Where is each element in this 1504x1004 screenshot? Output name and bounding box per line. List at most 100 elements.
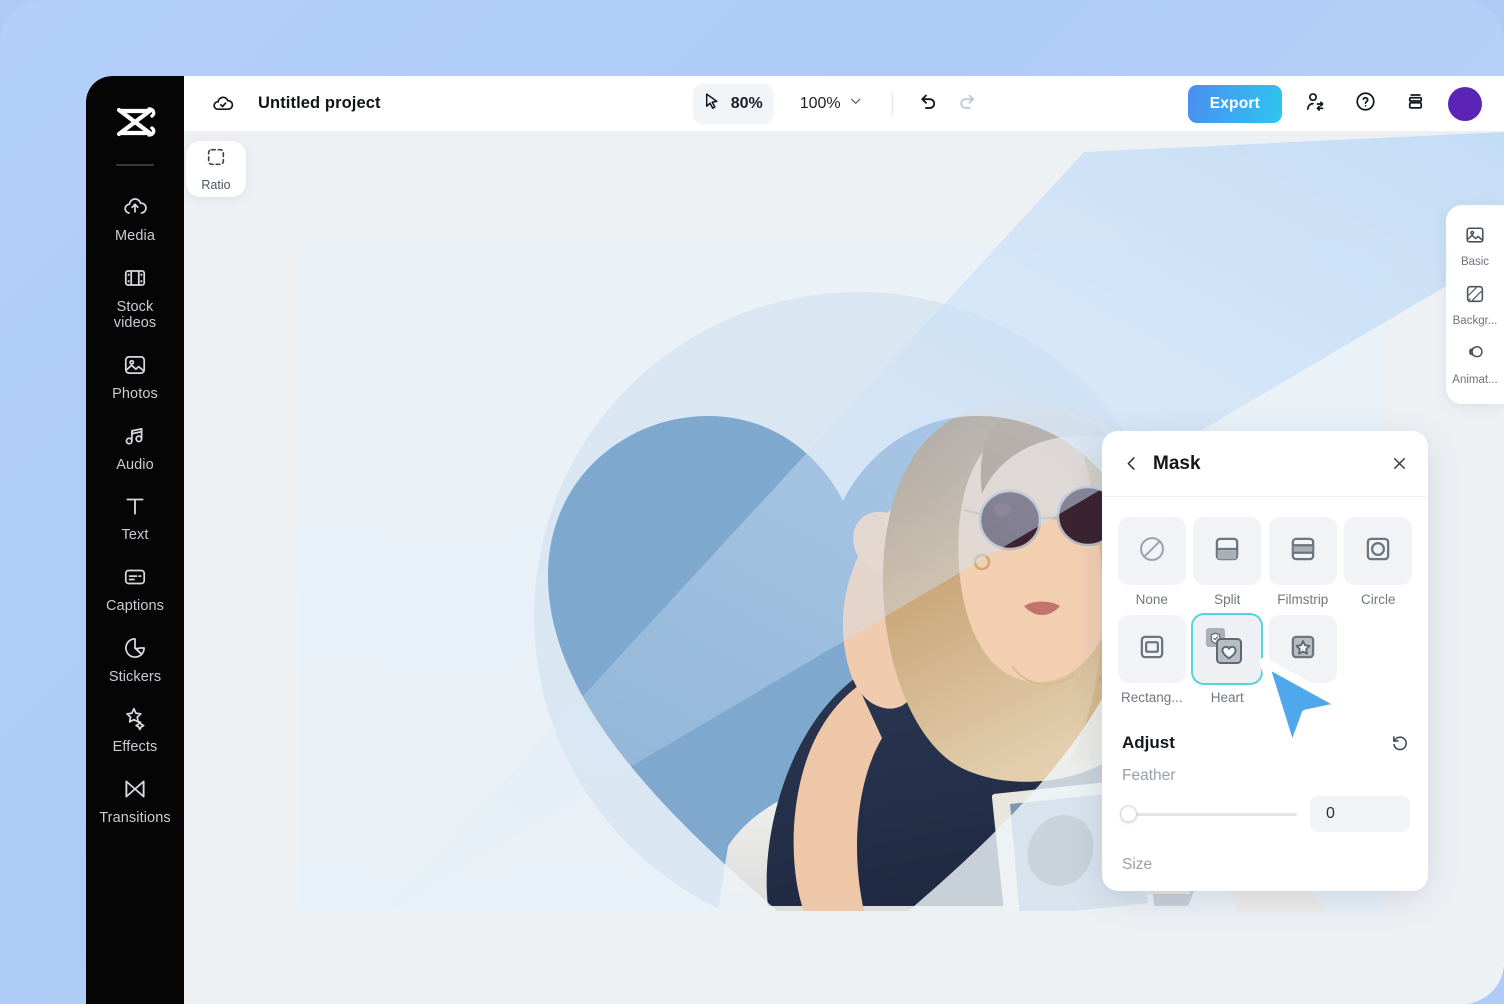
sidebar-item-captions[interactable]: Captions — [86, 550, 184, 621]
help-button[interactable] — [1348, 87, 1382, 121]
sidebar-item-photos[interactable]: Photos — [86, 338, 184, 409]
export-button[interactable]: Export — [1187, 84, 1282, 123]
cursor-zoom-value: 80% — [730, 94, 763, 112]
split-mask-icon — [1211, 533, 1243, 570]
mask-panel-title: Mask — [1153, 452, 1201, 474]
sidebar-item-stickers[interactable]: Stickers — [86, 621, 184, 692]
mask-option-label: Rectang... — [1120, 690, 1183, 705]
close-x-icon[interactable] — [1388, 453, 1410, 475]
stack-layers-icon — [1404, 90, 1427, 118]
cursor-arrow-icon — [702, 91, 722, 117]
undo-icon — [918, 90, 940, 117]
mask-option-none[interactable]: None — [1117, 517, 1187, 607]
sidebar-item-label: Audio — [116, 456, 154, 473]
mask-option-tile — [1193, 615, 1262, 683]
sidebar-item-label: Transitions — [99, 810, 171, 827]
mask-option-tile — [1268, 615, 1337, 683]
mask-option-heart[interactable]: Heart — [1193, 615, 1263, 705]
sidebar-item-label: Captions — [105, 598, 165, 615]
undo-button[interactable] — [912, 87, 946, 121]
music-note-icon — [121, 422, 149, 450]
mini-rail-item-label: Backgr... — [1452, 315, 1498, 327]
sidebar-item-label: Stock videos — [113, 298, 157, 332]
mask-option-label: Filmstrip — [1277, 592, 1329, 607]
canvas-controls: 80% 100% — [692, 83, 984, 124]
mask-option-star[interactable]: Star — [1268, 615, 1338, 705]
image-basic-icon — [1464, 224, 1486, 251]
mask-option-label: Star — [1290, 690, 1316, 705]
chevron-down-icon — [849, 94, 863, 113]
sidebar-item-effects[interactable]: Effects — [86, 691, 184, 762]
text-t-icon — [121, 492, 149, 520]
mask-option-rectangle[interactable]: Rectang... — [1117, 615, 1187, 705]
adjust-title: Adjust — [1122, 733, 1175, 752]
mask-panel-header: Mask — [1102, 431, 1428, 497]
sidebar-item-label: Stickers — [108, 668, 162, 685]
captions-icon — [121, 563, 149, 591]
ratio-button[interactable]: Ratio — [186, 141, 246, 197]
zoom-level-select[interactable]: 100% — [790, 87, 873, 120]
background-hatch-icon — [1464, 283, 1486, 310]
circle-mask-icon — [1362, 533, 1394, 570]
mask-option-circle[interactable]: Circle — [1344, 517, 1414, 607]
layers-button[interactable] — [1398, 87, 1432, 121]
add-collaborator-icon — [1304, 90, 1327, 118]
project-title[interactable]: Untitled project — [258, 94, 381, 113]
no-mask-icon — [1136, 533, 1168, 570]
sidebar-item-text[interactable]: Text — [86, 479, 184, 550]
adjust-section-header: Adjust — [1102, 711, 1428, 753]
redo-icon — [956, 90, 978, 117]
sidebar-item-label: Text — [121, 527, 149, 544]
toolbar-separator — [891, 92, 893, 115]
ratio-button-label: Ratio — [201, 178, 231, 192]
question-circle-icon — [1354, 90, 1377, 118]
feather-control-row: 0 — [1102, 785, 1428, 832]
mask-option-tile — [1344, 517, 1413, 585]
mask-option-label: Split — [1214, 592, 1241, 607]
add-collaborator-button[interactable] — [1298, 87, 1332, 121]
star-mask-icon — [1287, 631, 1319, 668]
sidebar-divider — [116, 164, 154, 166]
sidebar-item-audio[interactable]: Audio — [86, 409, 184, 480]
top-toolbar: Untitled project 80% 100% Export — [184, 76, 1504, 132]
redo-button[interactable] — [950, 87, 984, 121]
crop-ratio-icon — [205, 146, 227, 173]
left-sidebar: Media Stock videos Photos Audio Text Cap… — [86, 76, 184, 1004]
cursor-zoom-button[interactable]: 80% — [692, 83, 774, 124]
mask-option-tile — [1117, 615, 1186, 683]
mask-panel: Mask None Split Filmstrip Circle Rectang… — [1102, 431, 1428, 891]
zoom-level-value: 100% — [799, 94, 841, 112]
mask-option-split[interactable]: Split — [1193, 517, 1263, 607]
page-root: Media Stock videos Photos Audio Text Cap… — [0, 0, 1504, 1004]
filmstrip-icon — [121, 264, 149, 292]
mini-rail-item-animation[interactable]: Animat... — [1446, 333, 1504, 392]
sidebar-item-media[interactable]: Media — [86, 180, 184, 251]
mask-option-tile — [1193, 517, 1262, 585]
cloud-upload-icon — [121, 193, 149, 221]
rectangle-mask-icon — [1136, 631, 1168, 668]
mask-option-filmstrip[interactable]: Filmstrip — [1268, 517, 1338, 607]
sidebar-item-stock-videos[interactable]: Stock videos — [86, 251, 184, 338]
avatar[interactable] — [1448, 86, 1482, 121]
mini-rail-item-background[interactable]: Backgr... — [1446, 274, 1504, 333]
mask-option-tile — [1117, 517, 1186, 585]
mini-rail-item-label: Basic — [1460, 256, 1490, 268]
sidebar-item-transitions[interactable]: Transitions — [86, 762, 184, 833]
feather-value-input[interactable]: 0 — [1310, 796, 1410, 832]
sidebar-item-label: Media — [115, 228, 155, 244]
chevron-left-icon[interactable] — [1122, 454, 1142, 474]
mask-option-tile — [1268, 517, 1337, 585]
mask-option-label: Circle — [1360, 592, 1396, 607]
cloud-saved-icon — [211, 92, 235, 116]
right-tool-rail: Basic Backgr... Animat... — [1446, 205, 1504, 404]
mini-rail-item-basic[interactable]: Basic — [1446, 215, 1504, 274]
feather-slider-knob[interactable] — [1120, 805, 1137, 823]
reset-circular-arrow-icon[interactable] — [1390, 733, 1410, 753]
feather-label: Feather — [1122, 767, 1176, 784]
filmstrip-mask-icon — [1287, 533, 1319, 570]
feather-slider-track — [1122, 812, 1297, 816]
sticker-icon — [121, 634, 149, 662]
capcut-logo-icon[interactable] — [112, 102, 158, 146]
feather-slider[interactable] — [1120, 805, 1297, 823]
top-right-actions: Export — [1187, 84, 1482, 123]
